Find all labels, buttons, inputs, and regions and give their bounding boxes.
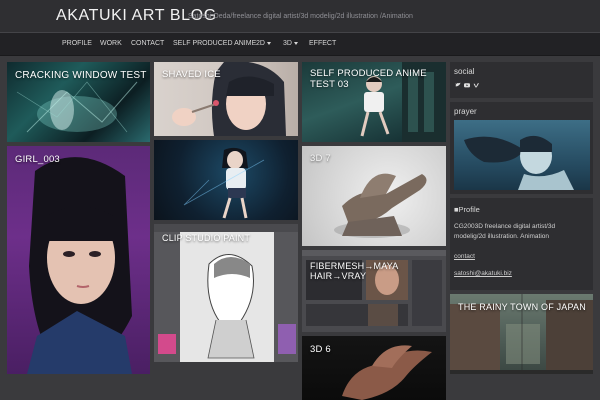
thumbnail-image [27,157,132,374]
tile-title: CLIP STUDIO PAINT [162,233,251,243]
caret-down-icon [293,41,298,45]
profile-description: CG2003D freelance digital artist/3d mode… [454,223,556,240]
tile-title: 3D 7 [310,153,331,164]
profile-title: ■Profile [454,205,480,214]
nav-item-3d-dropdown[interactable]: 3D [283,40,298,47]
nav-item-contact[interactable]: CONTACT [131,40,164,47]
social-title: social [454,67,475,76]
prayer-widget: prayer [450,102,593,194]
thumbnail-image [154,224,298,362]
tile-title: 3D 6 [310,344,331,355]
tile-title: SHAVED ICE [162,69,221,80]
tile-title: GIRL_003 [15,154,60,165]
post-tile-anime-girl[interactable] [154,140,298,220]
youtube-icon[interactable] [464,82,470,88]
site-tagline: Satoshi Oeda/freelance digital artist/3d… [188,13,413,20]
post-tile-3d-7[interactable]: 3D 7 [302,146,446,246]
prayer-image[interactable] [454,120,590,190]
contact-link[interactable]: contact [454,253,475,260]
thumbnail-image [183,147,265,219]
nav-item-work[interactable]: WORK [100,40,122,47]
main-navbar: PROFILE WORK CONTACT SELF PRODUCED ANIME… [0,32,600,56]
post-tile-shaved-ice[interactable]: SHAVED ICE [154,62,298,136]
profile-widget: ■Profile CG2003D freelance digital artis… [450,198,593,290]
vimeo-icon[interactable] [473,82,479,88]
nav-item-effect[interactable]: EFFECT [309,40,336,47]
post-tile-girl-003[interactable]: GIRL_003 [7,146,150,374]
twitter-icon[interactable] [455,82,461,88]
post-tile-self-produced-anime-test-03[interactable]: SELF PRODUCED ANIME TEST 03 [302,62,446,142]
nav-item-self-produced-anime[interactable]: SELF PRODUCED ANIME [173,40,256,47]
post-tile-3d-6[interactable]: 3D 6 [302,336,446,400]
tile-title: THE RAINY TOWN OF JAPAN [458,302,586,312]
site-header: AKATUKI ART BLOG Satoshi Oeda/freelance … [0,0,600,32]
caret-down-icon [266,41,271,45]
post-tile-fibermesh-maya-hair-vray[interactable]: FIBERMESH→MAYA HAIR→VRAY [302,250,446,332]
nav-item-2d-dropdown[interactable]: 2D [256,40,271,47]
social-widget: social [450,62,593,98]
nav-item-profile[interactable]: PROFILE [62,40,92,47]
tile-title: CRACKING WINDOW TEST [15,70,147,81]
email-link[interactable]: satoshi@akatuki.biz [454,270,512,277]
tile-title: FIBERMESH→MAYA HAIR→VRAY [310,261,398,282]
prayer-title: prayer [454,107,477,116]
post-tile-clip-studio-paint[interactable]: CLIP STUDIO PAINT [154,224,298,362]
tile-title: SELF PRODUCED ANIME TEST 03 [310,68,427,90]
post-tile-cracking-window-test[interactable]: CRACKING WINDOW TEST [7,62,150,142]
post-tile-the-rainy-town-of-japan[interactable]: THE RAINY TOWN OF JAPAN [450,294,593,374]
